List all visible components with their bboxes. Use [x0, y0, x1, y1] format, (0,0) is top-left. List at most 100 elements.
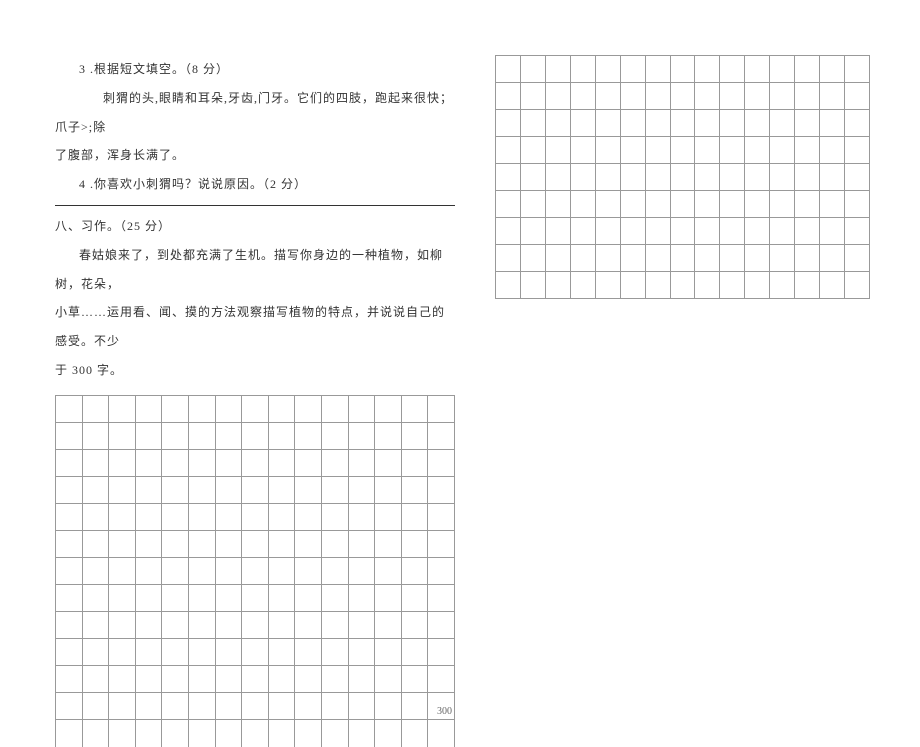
- grid-cell: [269, 450, 296, 477]
- grid-cell: [242, 612, 269, 639]
- grid-cell: [162, 693, 189, 720]
- grid-cell: [521, 245, 546, 272]
- grid-cell: [136, 720, 163, 747]
- grid-cell: [322, 396, 349, 423]
- grid-cell: [322, 612, 349, 639]
- grid-cell: [695, 245, 720, 272]
- grid-cell: [521, 56, 546, 83]
- grid-cell: [189, 639, 216, 666]
- grid-cell: [83, 423, 110, 450]
- grid-cell: [820, 191, 845, 218]
- grid-cell: [295, 531, 322, 558]
- grid-cell: [269, 720, 296, 747]
- grid-cell: [322, 504, 349, 531]
- grid-cell: [349, 531, 376, 558]
- grid-cell: [496, 56, 521, 83]
- grid-cell: [136, 693, 163, 720]
- grid-cell: [402, 477, 429, 504]
- grid-cell: [295, 585, 322, 612]
- grid-cell: [136, 477, 163, 504]
- grid-cell: [136, 504, 163, 531]
- grid-cell: [596, 245, 621, 272]
- grid-cell: [349, 558, 376, 585]
- section8-title: 八、习作。（25 分）: [55, 212, 455, 241]
- grid-cell: [820, 137, 845, 164]
- grid-cell: [295, 639, 322, 666]
- grid-cell: [189, 396, 216, 423]
- grid-cell: [770, 245, 795, 272]
- grid-cell: [745, 164, 770, 191]
- grid-cell: [720, 83, 745, 110]
- grid-cell: [496, 137, 521, 164]
- grid-cell: [162, 477, 189, 504]
- grid-cell: [428, 477, 455, 504]
- writing-grid-right: [495, 55, 870, 299]
- grid-cell: [295, 558, 322, 585]
- grid-cell: [596, 137, 621, 164]
- grid-cell: [295, 423, 322, 450]
- grid-cell: [402, 585, 429, 612]
- grid-cell: [83, 612, 110, 639]
- grid-cell: [349, 450, 376, 477]
- grid-cell: [845, 191, 870, 218]
- grid-cell: [546, 56, 571, 83]
- grid-cell: [621, 218, 646, 245]
- grid-cell: [795, 272, 820, 299]
- grid-cell: [720, 191, 745, 218]
- grid-cell: [242, 558, 269, 585]
- grid-cell: [671, 272, 696, 299]
- q3-label: 3 .根据短文填空。（8 分）: [55, 55, 455, 84]
- grid-cell: [596, 191, 621, 218]
- grid-cell: [845, 83, 870, 110]
- grid-cell: [521, 83, 546, 110]
- grid-cell: [496, 245, 521, 272]
- grid-cell: [242, 639, 269, 666]
- grid-cell: [695, 83, 720, 110]
- grid-cell: [402, 504, 429, 531]
- grid-cell: [795, 137, 820, 164]
- grid-cell: [745, 137, 770, 164]
- grid-cell: [269, 612, 296, 639]
- grid-cell: [242, 396, 269, 423]
- grid-cell: [349, 639, 376, 666]
- grid-cell: [402, 693, 429, 720]
- grid-cell: [795, 218, 820, 245]
- grid-cell: [795, 110, 820, 137]
- grid-cell: [621, 137, 646, 164]
- grid-cell: [162, 666, 189, 693]
- grid-cell: [136, 612, 163, 639]
- grid-cell: [375, 423, 402, 450]
- grid-cell: [109, 531, 136, 558]
- grid-cell: [162, 531, 189, 558]
- grid-cell: [596, 272, 621, 299]
- grid-cell: [571, 218, 596, 245]
- writing-grid-left: 300: [55, 395, 455, 747]
- grid-cell: [375, 477, 402, 504]
- grid-cell: [375, 504, 402, 531]
- grid-cell: [428, 450, 455, 477]
- grid-cell: [428, 504, 455, 531]
- grid-cell: [189, 612, 216, 639]
- grid-cell: [571, 56, 596, 83]
- grid-cell: [720, 218, 745, 245]
- grid-cell: [845, 164, 870, 191]
- grid-cell: [496, 191, 521, 218]
- grid-cell: [269, 396, 296, 423]
- grid-cell: [695, 56, 720, 83]
- grid-cell: [162, 450, 189, 477]
- grid-cell: [242, 477, 269, 504]
- grid-cell: [375, 666, 402, 693]
- grid-cell: [295, 504, 322, 531]
- grid-cell: [322, 531, 349, 558]
- grid-cell: [720, 164, 745, 191]
- grid-cell: [242, 666, 269, 693]
- grid-cell: [109, 639, 136, 666]
- grid-cell: [428, 666, 455, 693]
- grid-cell: [521, 191, 546, 218]
- grid-cell: [646, 56, 671, 83]
- grid-cell: [242, 693, 269, 720]
- grid-cell: [216, 531, 243, 558]
- grid-cell: [295, 666, 322, 693]
- grid-cell: [322, 450, 349, 477]
- grid-cell: [845, 56, 870, 83]
